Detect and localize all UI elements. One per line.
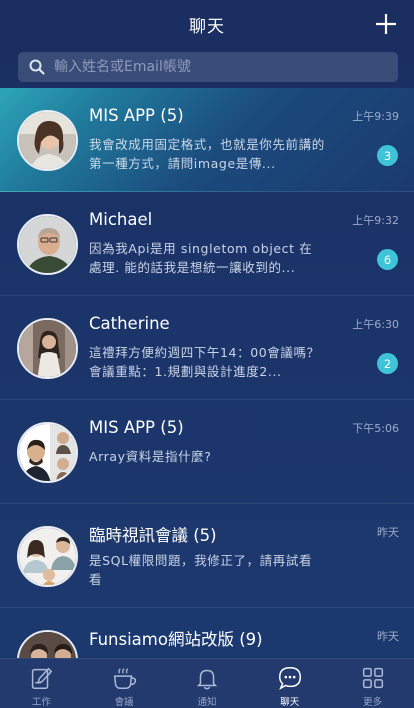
unread-badge: 6 [377, 249, 398, 270]
chat-row[interactable]: Catherine 這禮拜方便約週四下午14：00會議嗎？會議重點：1.規劃與設… [0, 296, 414, 400]
chat-preview: 因為我Api是用 singletom object 在處理. 能的話我是想統一讓… [89, 241, 313, 275]
chat-row[interactable]: Michael 因為我Api是用 singletom object 在處理. 能… [0, 192, 414, 296]
search-input[interactable] [54, 59, 398, 75]
search-bar[interactable] [18, 52, 398, 82]
person-avatar [17, 318, 78, 379]
chat-preview: 是SQL權限問題，我修正了，請再試看看 [89, 553, 313, 587]
chat-time: 昨天 [377, 526, 399, 539]
grid-icon [362, 667, 383, 689]
chat-name: 臨時視訊會議 (5) [89, 526, 217, 545]
tab-meeting[interactable]: 會議 [83, 659, 165, 708]
tab-label: 聊天 [280, 697, 300, 708]
group-avatar [17, 422, 78, 483]
tab-chat[interactable]: 聊天 [249, 659, 331, 708]
unread-badge: 3 [377, 145, 398, 166]
chat-preview: Array資料是指什麼? [89, 449, 212, 464]
chat-name: MIS APP (5) [89, 106, 184, 125]
chat-time: 昨天 [377, 630, 399, 643]
tab-label: 更多 [363, 697, 383, 708]
tab-more[interactable]: 更多 [332, 659, 414, 708]
tab-bar: 工作 會議 通知 聊天 更多 [0, 658, 414, 708]
tab-label: 通知 [197, 697, 217, 708]
person-avatar [17, 214, 78, 275]
chat-preview: 這禮拜方便約週四下午14：00會議嗎？會議重點：1.規劃與設計進度2... [89, 345, 320, 379]
chat-preview: 我會改成用固定格式，也就是你先前講的第一種方式，請問image是傳... [89, 137, 325, 171]
bell-icon [196, 669, 218, 690]
tab-label: 工作 [31, 697, 51, 708]
group-avatar [17, 110, 78, 171]
chat-name: Michael [89, 210, 153, 229]
chat-time: 下午5:06 [352, 422, 399, 435]
chat-icon [278, 666, 301, 691]
unread-badge: 2 [377, 353, 398, 374]
chat-row[interactable]: MIS APP (5) Array資料是指什麼? 下午5:06 [0, 400, 414, 504]
chat-name: MIS APP (5) [89, 418, 184, 437]
plus-icon[interactable] [372, 10, 400, 38]
chat-row[interactable]: MIS APP (5) 我會改成用固定格式，也就是你先前講的第一種方式，請問im… [0, 88, 414, 192]
chat-screen: 聊天 MIS APP (5) 我會改成用固定格式，也就是 [0, 0, 414, 708]
tab-label: 會議 [114, 697, 134, 708]
chat-row[interactable]: 臨時視訊會議 (5) 是SQL權限問題，我修正了，請再試看看 昨天 [0, 504, 414, 608]
chat-time: 上午6:30 [352, 318, 399, 331]
cup-icon [114, 668, 137, 690]
chat-time: 上午9:32 [352, 214, 399, 227]
chat-name: Catherine [89, 314, 170, 333]
header: 聊天 [0, 0, 414, 48]
chat-name: Funsiamo網站改版 (9) [89, 630, 263, 649]
page-title: 聊天 [189, 16, 225, 37]
search-icon [29, 59, 45, 75]
chat-list: MIS APP (5) 我會改成用固定格式，也就是你先前講的第一種方式，請問im… [0, 88, 414, 708]
group-avatar [17, 526, 78, 587]
chat-time: 上午9:39 [352, 110, 399, 123]
tab-work[interactable]: 工作 [0, 659, 82, 708]
tab-notifications[interactable]: 通知 [166, 659, 248, 708]
edit-icon [32, 667, 53, 690]
